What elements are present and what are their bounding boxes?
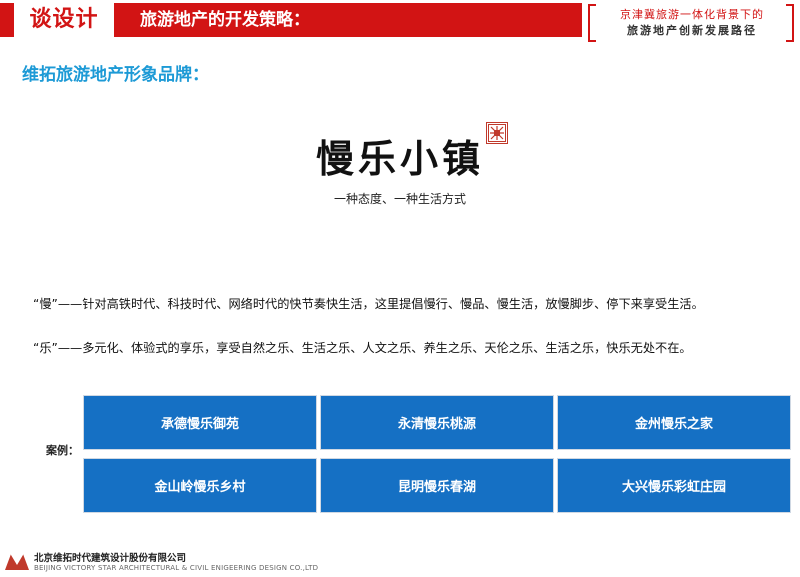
series-title-line1: 京津冀旅游一体化背景下的 bbox=[620, 8, 764, 21]
bracket-left bbox=[588, 4, 596, 42]
header-tab: 谈设计 bbox=[14, 3, 114, 37]
footer-company-en: BEIJING VICTORY STAR ARCHITECTURAL & CIV… bbox=[34, 564, 319, 572]
bracket-right bbox=[786, 4, 794, 42]
footer-company-cn: 北京维拓时代建筑设计股份有限公司 bbox=[34, 553, 187, 564]
case-button-kunming[interactable]: 昆明慢乐春湖 bbox=[320, 458, 554, 513]
paragraph-joy: “乐”——多元化、体验式的享乐，享受自然之乐、生活之乐、人文之乐、养生之乐、天伦… bbox=[33, 341, 692, 355]
series-title-line2: 旅游地产创新发展路径 bbox=[627, 24, 757, 37]
case-button-yongqing[interactable]: 永清慢乐桃源 bbox=[320, 395, 554, 450]
paragraph-slow: “慢”——针对高铁时代、科技时代、网络时代的快节奏快生活，这里提倡慢行、慢品、慢… bbox=[33, 297, 704, 311]
header: 谈设计 旅游地产的开发策略： 京津冀旅游一体化背景下的 旅游地产创新发展路径 bbox=[0, 0, 800, 44]
case-button-chengde[interactable]: 承德慢乐御苑 bbox=[83, 395, 317, 450]
case-button-jinzhou[interactable]: 金州慢乐之家 bbox=[557, 395, 791, 450]
cases-label: 案例： bbox=[46, 444, 79, 457]
header-title: 旅游地产的开发策略： bbox=[140, 10, 310, 30]
brand-title: 慢乐小镇 bbox=[315, 137, 484, 181]
seal-stamp-icon bbox=[486, 122, 508, 144]
section-title: 维拓旅游地产形象品牌： bbox=[22, 65, 209, 85]
brand-subtitle: 一种态度、一种生活方式 bbox=[333, 192, 466, 206]
header-series-title: 京津冀旅游一体化背景下的 旅游地产创新发展路径 bbox=[588, 4, 794, 42]
case-button-daxing[interactable]: 大兴慢乐彩虹庄园 bbox=[557, 458, 791, 513]
case-button-jinshanling[interactable]: 金山岭慢乐乡村 bbox=[83, 458, 317, 513]
company-logo-icon bbox=[5, 553, 29, 570]
